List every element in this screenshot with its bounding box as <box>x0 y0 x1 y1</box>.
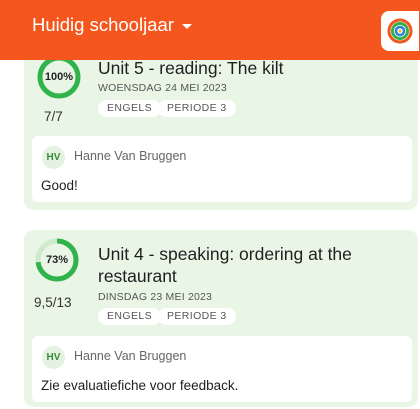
period-tag: PERIODE 3 <box>158 308 236 325</box>
score-percentage: 73% <box>45 254 69 266</box>
app-logo-button[interactable] <box>381 11 419 51</box>
teacher-avatar: HV <box>42 346 65 369</box>
evaluation-date: WOENSDAG 24 MEI 2023 <box>98 82 227 94</box>
comment-text: Zie evaluatiefiche voor feedback. <box>41 378 239 393</box>
teacher-name: Hanne Van Bruggen <box>74 349 187 363</box>
evaluation-title-line-2[interactable]: restaurant <box>98 265 177 287</box>
score-fraction: 9,5/13 <box>34 295 72 310</box>
teacher-comment: HV Hanne Van Bruggen Zie evaluatiefiche … <box>32 336 412 402</box>
period-tag: PERIODE 3 <box>158 100 236 117</box>
score-progress-ring: 73% <box>34 237 80 283</box>
caret-down-icon <box>181 23 192 29</box>
school-year-label: Huidig schooljaar <box>32 14 174 35</box>
subject-tag: ENGELS <box>98 100 161 117</box>
teacher-avatar: HV <box>42 146 65 169</box>
comment-text: Good! <box>41 178 78 193</box>
evaluation-title[interactable]: Unit 5 - reading: The kilt <box>98 57 283 79</box>
teacher-comment: HV Hanne Van Bruggen Good! <box>32 136 412 202</box>
subject-tag: ENGELS <box>98 308 161 325</box>
score-fraction: 7/7 <box>44 109 63 124</box>
evaluation-title-line-1[interactable]: Unit 4 - speaking: ordering at the <box>98 243 352 265</box>
evaluation-date: DINSDAG 23 MEI 2023 <box>98 291 213 303</box>
school-year-selector[interactable]: Huidig schooljaar <box>32 14 192 36</box>
app-logo-icon <box>387 18 413 44</box>
score-progress-ring: 100% <box>36 54 82 100</box>
app-header: Huidig schooljaar <box>0 0 420 60</box>
score-percentage: 100% <box>44 71 74 83</box>
teacher-name: Hanne Van Bruggen <box>74 149 187 163</box>
